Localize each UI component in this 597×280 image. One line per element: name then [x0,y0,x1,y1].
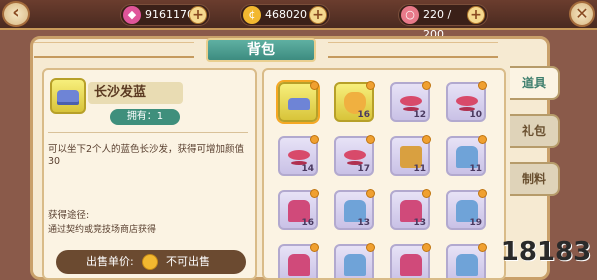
stool-icon [288,150,310,160]
tab-items[interactable]: 道具 [510,66,560,100]
pink-chair-icon [288,254,310,276]
item-description: 可以坐下2个人的蓝色长沙发，获得可增加颜值30 [48,144,245,167]
inventory-slot[interactable]: 14 [278,135,319,176]
coin-amount: 468020 [265,8,307,21]
inventory-slot[interactable] [390,243,431,278]
item-count: 13 [413,218,426,228]
sofa-icon [288,98,310,110]
rarity-dot-icon [310,243,319,252]
gem-amount: 9161170 [145,8,194,21]
chair-icon [456,254,478,276]
rarity-dot-icon [422,135,431,144]
rarity-dot-icon [422,243,431,252]
stamina-counter: ○ 220 / 200 + [398,4,488,41]
item-count: 19 [469,218,482,228]
item-count: 11 [469,164,482,174]
inventory-slot[interactable] [278,243,319,278]
inventory-slot[interactable]: 11 [446,135,487,176]
item-name: 长沙发蓝 [88,82,183,104]
inventory-slot[interactable] [446,243,487,278]
rarity-dot-icon [310,81,319,90]
back-button[interactable]: ‹ [2,1,30,27]
tab-materials[interactable]: 制料 [510,162,560,196]
rarity-dot-icon [478,189,487,198]
tab-gift-packs[interactable]: 礼包 [510,114,560,148]
ornament-right [328,42,498,58]
close-button[interactable]: ✕ [569,1,595,27]
add-stamina-button[interactable]: + [467,6,485,24]
inventory-slot[interactable]: 17 [334,135,375,176]
site-watermark: 18183 [500,237,592,267]
item-count: 12 [413,110,426,120]
rarity-dot-icon [422,81,431,90]
coin-icon [142,254,158,270]
rarity-dot-icon [366,81,375,90]
rarity-dot-icon [478,81,487,90]
item-count: 17 [357,164,370,174]
owned-count-badge: 拥有：1 [110,109,180,125]
item-count: 16 [357,110,370,120]
inventory-slot[interactable]: 16 [334,81,375,122]
selected-item-icon [50,78,86,114]
coin-counter: ¢ 468020 + [240,4,330,26]
rarity-dot-icon [310,189,319,198]
rarity-dot-icon [366,135,375,144]
inventory-slot[interactable]: 12 [390,81,431,122]
donut-icon: ○ [401,6,419,24]
rarity-dot-icon [366,243,375,252]
inventory-slot[interactable]: 19 [446,189,487,230]
stool-icon [344,150,366,160]
ornament-left [34,42,194,58]
pink-chair-icon [400,254,422,276]
inventory-grid: 16 12 10 14 17 11 11 16 13 13 19 [262,68,506,280]
add-coin-button[interactable]: + [309,6,327,24]
stool-icon [400,96,422,106]
chair-icon [344,254,366,276]
obtain-text: 通过契约或竞技场商店获得 [48,225,157,235]
stool-icon [456,96,478,106]
inventory-slot[interactable] [278,81,319,122]
item-count: 10 [469,110,482,120]
inventory-slot[interactable]: 16 [278,189,319,230]
rarity-dot-icon [422,189,431,198]
add-gem-button[interactable]: + [189,6,207,24]
sell-price-bar: 出售单价: 不可出售 [56,250,246,274]
coin-icon: ¢ [243,6,261,24]
sofa-icon [57,90,79,102]
page-title: 背包 [206,38,316,62]
sell-status: 不可出售 [166,255,210,268]
inventory-slot[interactable]: 13 [390,189,431,230]
gem-counter: ◆ 9161170 + [120,4,210,26]
inventory-slot[interactable]: 13 [334,189,375,230]
divider [48,132,248,133]
rarity-dot-icon [366,189,375,198]
item-count: 14 [301,164,314,174]
rarity-dot-icon [478,243,487,252]
item-count: 13 [357,218,370,228]
gem-icon: ◆ [123,6,141,24]
inventory-slot[interactable]: 11 [390,135,431,176]
obtain-title: 获得途径: [48,210,90,221]
inventory-slot[interactable]: 10 [446,81,487,122]
inventory-slot[interactable] [334,243,375,278]
item-count: 11 [413,164,426,174]
sell-label: 出售单价: [86,255,134,268]
rarity-dot-icon [310,135,319,144]
rarity-dot-icon [478,135,487,144]
item-count: 16 [301,218,314,228]
